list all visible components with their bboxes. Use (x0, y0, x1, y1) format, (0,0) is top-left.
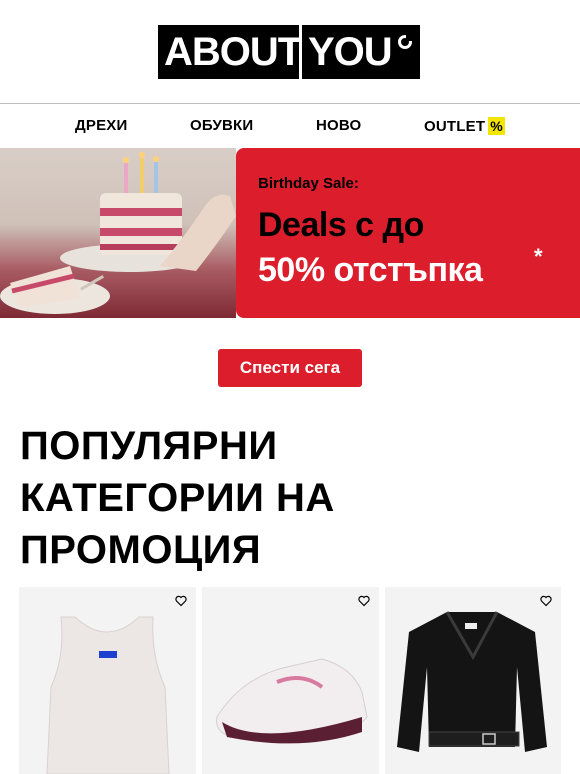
banner-headline-line1: Deals с до (258, 206, 424, 244)
product-card[interactable] (385, 587, 561, 774)
leather-jacket-image (397, 611, 547, 752)
banner-kicker: Birthday Sale: (258, 175, 359, 192)
nav-item-outlet[interactable]: OUTLET% (424, 117, 505, 136)
sneaker-image (216, 658, 368, 744)
birthday-sale-banner[interactable]: Birthday Sale: Deals с до 50% отстъпка * (0, 148, 580, 318)
save-now-button[interactable]: Спести сега (218, 349, 362, 387)
nav-item-clothes[interactable]: ДРЕХИ (75, 117, 127, 135)
heart-icon[interactable] (358, 595, 370, 607)
banner-asterisk: * (534, 244, 543, 269)
heart-icon[interactable] (540, 595, 552, 607)
product-card[interactable] (202, 587, 379, 774)
section-title: ПОПУЛЯРНИ КАТЕГОРИИ НА ПРОМОЦИЯ (20, 424, 335, 572)
category-nav: ДРЕХИ ОБУВКИ НОВО OUTLET% (0, 104, 580, 148)
outlet-percent-badge: % (488, 117, 505, 135)
logo-ring-icon (398, 35, 412, 49)
logo-word-you: YOU (302, 25, 420, 79)
cake-illustration (0, 152, 236, 314)
tank-top-image (46, 616, 170, 774)
nav-item-new[interactable]: НОВО (316, 117, 361, 135)
logo-word-about: ABOUT (158, 25, 302, 79)
banner-offer-panel: Birthday Sale: Deals с до 50% отстъпка * (236, 148, 580, 318)
birthday-cake-image (0, 148, 236, 318)
outlet-label: OUTLET (424, 118, 486, 135)
product-card[interactable] (19, 587, 196, 774)
email-header: ABOUT YOU (0, 0, 580, 104)
banner-headline-line2: 50% отстъпка (258, 251, 483, 289)
heart-icon[interactable] (175, 595, 187, 607)
nav-item-shoes[interactable]: ОБУВКИ (190, 117, 253, 135)
about-you-logo[interactable]: ABOUT YOU (158, 25, 420, 79)
logo-you-text: YOU (308, 30, 393, 74)
